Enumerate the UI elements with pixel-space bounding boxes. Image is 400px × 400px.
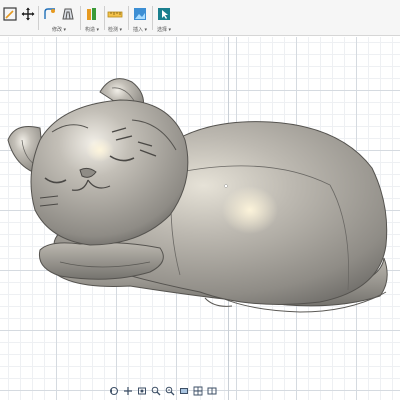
sketch-icon[interactable] [2,6,18,22]
cat-paws [38,242,164,280]
grid-settings-icon[interactable] [192,386,203,397]
construct-plane-icon[interactable] [84,6,100,22]
pan-icon[interactable] [122,386,133,397]
look-at-icon[interactable] [136,386,147,397]
toolbar-group-construct: 构造 ▾ [84,4,100,34]
toolbar-group-insert: 插入 ▾ [132,4,148,34]
toolbar-group-label[interactable]: 修改 ▾ [42,26,76,33]
toolbar-group-label[interactable]: 插入 ▾ [132,26,148,33]
toolbar-group-label[interactable]: 构造 ▾ [84,26,100,33]
toolbar-separator [104,6,105,30]
modify-fillet-icon[interactable] [42,6,58,22]
navigation-bar [108,384,218,398]
toolbar-group-label[interactable]: 检测 ▾ [107,26,123,33]
toolbar-group-modify: 修改 ▾ [42,4,76,34]
inspect-measure-icon[interactable] [107,6,123,22]
canvas-viewport[interactable] [0,37,400,400]
toolbar-group-select: 选择 ▾ [156,4,172,34]
display-settings-icon[interactable] [178,386,189,397]
modify-shell-icon[interactable] [60,6,76,22]
toolbar-group-inspect: 检测 ▾ [107,4,123,34]
orbit-icon[interactable] [108,386,119,397]
toolbar-group-label[interactable]: 选择 ▾ [156,26,172,33]
insert-image-icon[interactable] [132,6,148,22]
toolbar-separator [80,6,81,30]
viewports-icon[interactable] [206,386,217,397]
fit-icon[interactable] [164,386,175,397]
toolbar-group-sketch [2,4,36,34]
zoom-icon[interactable] [150,386,161,397]
toolbar-separator [152,6,153,30]
toolbar: 修改 ▾ 构造 ▾ 检测 ▾ 插入 ▾ 选择 ▾ [0,0,400,36]
select-icon[interactable] [156,6,172,22]
cat-model[interactable] [0,37,400,400]
toolbar-separator [128,6,129,30]
move-icon[interactable] [20,6,36,22]
toolbar-separator [38,6,39,30]
